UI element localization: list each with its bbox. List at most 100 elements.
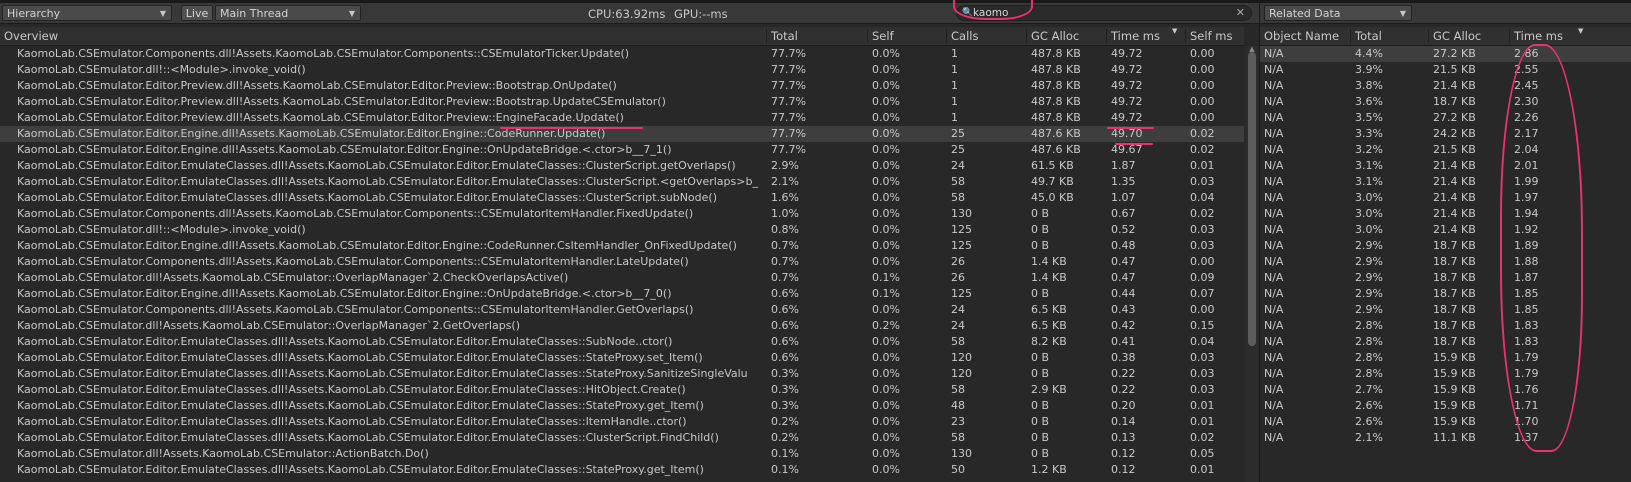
table-row[interactable]: KaomoLab.CSEmulator.Editor.EmulateClasse… (0, 462, 1244, 478)
search-input[interactable]: kaomo (973, 6, 1008, 20)
related-table-row[interactable]: N/A 3.0% 21.4 KB 1.97 (1260, 190, 1631, 206)
table-row[interactable]: KaomoLab.CSEmulator.Components.dll!Asset… (0, 302, 1244, 318)
related-table-row[interactable]: N/A 2.9% 18.7 KB 1.89 (1260, 238, 1631, 254)
table-row[interactable]: KaomoLab.CSEmulator.dll!::<Module>.invok… (0, 62, 1244, 78)
table-row[interactable]: KaomoLab.CSEmulator.Components.dll!Asset… (0, 254, 1244, 270)
table-row[interactable]: KaomoLab.CSEmulator.Editor.Engine.dll!As… (0, 238, 1244, 254)
related-table-row[interactable]: N/A 2.8% 18.7 KB 1.83 (1260, 334, 1631, 350)
related-table-row[interactable]: N/A 3.6% 18.7 KB 2.30 (1260, 94, 1631, 110)
related-table-row[interactable]: N/A 2.7% 15.9 KB 1.76 (1260, 382, 1631, 398)
row-total: 2.9% (771, 159, 799, 172)
search-field[interactable]: 🔍 kaomo ✕ (956, 5, 1252, 21)
row-calls: 24 (951, 319, 965, 332)
table-row[interactable]: KaomoLab.CSEmulator.Editor.EmulateClasse… (0, 334, 1244, 350)
col-total[interactable]: Total (767, 27, 867, 45)
row-calls: 48 (951, 399, 965, 412)
related-row-gc-alloc: 21.4 KB (1433, 207, 1476, 220)
scrollbar-thumb[interactable] (1248, 52, 1256, 346)
row-self-ms: 0.03 (1190, 367, 1215, 380)
table-row[interactable]: KaomoLab.CSEmulator.Editor.EmulateClasse… (0, 366, 1244, 382)
table-row[interactable]: KaomoLab.CSEmulator.Editor.EmulateClasse… (0, 414, 1244, 430)
related-table-row[interactable]: N/A 2.8% 18.7 KB 1.83 (1260, 318, 1631, 334)
row-total: 0.2% (771, 415, 799, 428)
table-row[interactable]: KaomoLab.CSEmulator.dll!Assets.KaomoLab.… (0, 270, 1244, 286)
row-self-ms: 0.02 (1190, 207, 1215, 220)
table-row[interactable]: KaomoLab.CSEmulator.dll!::<Module>.invok… (0, 222, 1244, 238)
table-row[interactable]: KaomoLab.CSEmulator.Editor.EmulateClasse… (0, 382, 1244, 398)
row-self: 0.0% (872, 47, 900, 60)
related-table-row[interactable]: N/A 3.0% 21.4 KB 1.92 (1260, 222, 1631, 238)
related-table-row[interactable]: N/A 2.9% 18.7 KB 1.87 (1260, 270, 1631, 286)
related-table-row[interactable]: N/A 3.9% 21.5 KB 2.55 (1260, 62, 1631, 78)
row-self: 0.0% (872, 207, 900, 220)
vertical-scrollbar[interactable]: ▲ (1246, 46, 1258, 482)
table-row[interactable]: KaomoLab.CSEmulator.Editor.EmulateClasse… (0, 190, 1244, 206)
row-time-ms: 0.47 (1111, 255, 1136, 268)
table-row[interactable]: KaomoLab.CSEmulator.Editor.EmulateClasse… (0, 158, 1244, 174)
related-table-row[interactable]: N/A 2.9% 18.7 KB 1.88 (1260, 254, 1631, 270)
col-overview[interactable]: Overview (0, 27, 766, 45)
cpu-time: CPU:63.92ms (588, 7, 666, 21)
related-table-row[interactable]: N/A 3.8% 21.4 KB 2.45 (1260, 78, 1631, 94)
related-row-total: 2.6% (1355, 399, 1383, 412)
table-row[interactable]: KaomoLab.CSEmulator.Editor.Preview.dll!A… (0, 78, 1244, 94)
col-related-gc-alloc[interactable]: GC Alloc (1429, 27, 1509, 45)
related-table-row[interactable]: N/A 2.8% 15.9 KB 1.79 (1260, 350, 1631, 366)
clear-icon[interactable]: ✕ (1236, 6, 1245, 20)
table-row[interactable]: KaomoLab.CSEmulator.Components.dll!Asset… (0, 206, 1244, 222)
view-mode-dropdown[interactable]: Hierarchy ▼ (2, 5, 172, 21)
related-data-dropdown[interactable]: Related Data ▼ (1264, 5, 1412, 21)
row-total: 0.8% (771, 223, 799, 236)
row-gc-alloc: 0 B (1031, 367, 1050, 380)
table-row[interactable]: KaomoLab.CSEmulator.Editor.Engine.dll!As… (0, 126, 1244, 142)
table-row[interactable]: KaomoLab.CSEmulator.Components.dll!Asset… (0, 46, 1244, 62)
table-row[interactable]: KaomoLab.CSEmulator.Editor.EmulateClasse… (0, 398, 1244, 414)
related-table-row[interactable]: N/A 2.6% 15.9 KB 1.70 (1260, 414, 1631, 430)
thread-dropdown[interactable]: Main Thread ▼ (215, 5, 361, 21)
table-row[interactable]: KaomoLab.CSEmulator.Editor.Preview.dll!A… (0, 94, 1244, 110)
row-self-ms: 0.00 (1190, 63, 1215, 76)
row-name: KaomoLab.CSEmulator.Editor.Preview.dll!A… (17, 95, 666, 108)
col-calls[interactable]: Calls (947, 27, 1026, 45)
related-table-row[interactable]: N/A 3.5% 27.2 KB 2.26 (1260, 110, 1631, 126)
table-row[interactable]: KaomoLab.CSEmulator.Editor.Engine.dll!As… (0, 142, 1244, 158)
row-self: 0.0% (872, 431, 900, 444)
col-gc-alloc[interactable]: GC Alloc (1027, 27, 1106, 45)
related-row-time-ms: 1.70 (1514, 415, 1539, 428)
related-table-row[interactable]: N/A 2.9% 18.7 KB 1.85 (1260, 302, 1631, 318)
col-self[interactable]: Self (868, 27, 946, 45)
search-icon: 🔍 (962, 8, 974, 18)
related-row-name: N/A (1264, 79, 1284, 92)
sort-desc-icon: ▼ (1578, 27, 1584, 35)
related-table-row[interactable]: N/A 2.1% 11.1 KB 1.37 (1260, 430, 1631, 446)
related-table-row[interactable]: N/A 4.4% 27.2 KB 2.86 (1260, 46, 1631, 62)
row-name: KaomoLab.CSEmulator.dll!::<Module>.invok… (17, 223, 306, 236)
table-row[interactable]: KaomoLab.CSEmulator.Editor.Preview.dll!A… (0, 110, 1244, 126)
table-row[interactable]: KaomoLab.CSEmulator.Editor.Engine.dll!As… (0, 286, 1244, 302)
col-related-total[interactable]: Total (1351, 27, 1428, 45)
table-row[interactable]: KaomoLab.CSEmulator.dll!Assets.KaomoLab.… (0, 446, 1244, 462)
related-table-row[interactable]: N/A 3.1% 21.4 KB 1.99 (1260, 174, 1631, 190)
related-table-row[interactable]: N/A 3.1% 21.4 KB 2.01 (1260, 158, 1631, 174)
related-row-gc-alloc: 18.7 KB (1433, 319, 1476, 332)
table-row[interactable]: KaomoLab.CSEmulator.Editor.EmulateClasse… (0, 174, 1244, 190)
related-table-row[interactable]: N/A 2.6% 15.9 KB 1.71 (1260, 398, 1631, 414)
table-row[interactable]: KaomoLab.CSEmulator.dll!Assets.KaomoLab.… (0, 318, 1244, 334)
row-gc-alloc: 8.2 KB (1031, 335, 1067, 348)
row-gc-alloc: 6.5 KB (1031, 303, 1067, 316)
gpu-time: GPU:--ms (674, 7, 728, 21)
related-table-row[interactable]: N/A 3.0% 21.4 KB 1.94 (1260, 206, 1631, 222)
table-row[interactable]: KaomoLab.CSEmulator.Editor.EmulateClasse… (0, 350, 1244, 366)
row-self-ms: 0.00 (1190, 79, 1215, 92)
col-self-ms[interactable]: Self ms (1186, 27, 1244, 45)
row-time-ms: 0.38 (1111, 351, 1136, 364)
live-toggle[interactable]: Live (181, 5, 213, 21)
related-table-row[interactable]: N/A 3.2% 21.5 KB 2.04 (1260, 142, 1631, 158)
row-gc-alloc: 0 B (1031, 207, 1050, 220)
col-object-name[interactable]: Object Name (1260, 27, 1350, 45)
related-table-row[interactable]: N/A 3.3% 24.2 KB 2.17 (1260, 126, 1631, 142)
related-row-total: 2.9% (1355, 239, 1383, 252)
table-row[interactable]: KaomoLab.CSEmulator.Editor.EmulateClasse… (0, 430, 1244, 446)
related-table-row[interactable]: N/A 2.8% 15.9 KB 1.79 (1260, 366, 1631, 382)
related-table-row[interactable]: N/A 2.9% 18.7 KB 1.85 (1260, 286, 1631, 302)
